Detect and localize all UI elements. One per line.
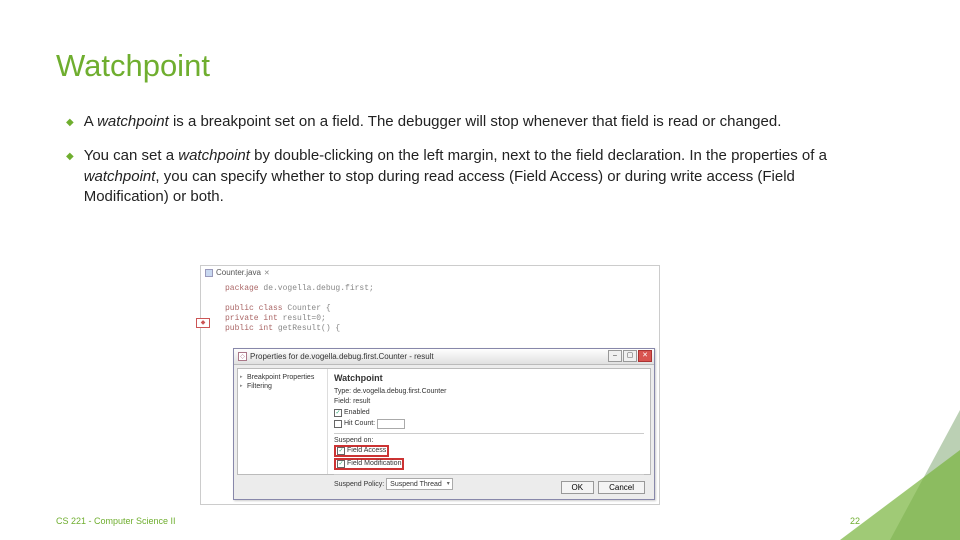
bullet-item: ◆ You can set a watchpoint by double-cli…	[66, 146, 846, 207]
dialog-main: Watchpoint Type: de.vogella.debug.first.…	[328, 369, 650, 474]
bullet-list: ◆ A watchpoint is a breakpoint set on a …	[66, 112, 846, 221]
dialog-titlebar[interactable]: ◇ Properties for de.vogella.debug.first.…	[234, 349, 654, 365]
hitcount-checkbox[interactable]: ✓Hit Count:	[334, 419, 644, 429]
field-row: Field: result	[334, 397, 644, 407]
sidebar-item-filtering[interactable]: Filtering	[241, 382, 324, 391]
close-icon[interactable]: ✕	[264, 269, 270, 277]
close-icon[interactable]: ✕	[638, 350, 652, 362]
bullet-icon: ◆	[66, 151, 74, 162]
section-heading: Watchpoint	[334, 373, 644, 383]
watchpoint-marker-icon[interactable]: ◆	[196, 318, 210, 328]
bullet-item: ◆ A watchpoint is a breakpoint set on a …	[66, 112, 846, 132]
dialog-footer: OK Cancel	[237, 478, 651, 496]
minimize-icon[interactable]: –	[608, 350, 622, 362]
ok-button[interactable]: OK	[561, 481, 595, 494]
enabled-checkbox[interactable]: ✓Enabled	[334, 409, 644, 417]
dialog-title-text: Properties for de.vogella.debug.first.Co…	[250, 352, 434, 361]
field-modification-checkbox[interactable]: ✓Field Modification	[334, 458, 404, 470]
bullet-text: You can set a watchpoint by double-click…	[84, 146, 846, 207]
field-access-checkbox[interactable]: ✓Field Access	[334, 445, 389, 457]
cancel-button[interactable]: Cancel	[598, 481, 645, 494]
watchpoint-icon: ◇	[238, 352, 247, 361]
slide-title: Watchpoint	[56, 48, 210, 84]
type-row: Type: de.vogella.debug.first.Counter	[334, 387, 644, 397]
code-editor[interactable]: package de.vogella.debug.first; public c…	[225, 284, 374, 334]
decorative-triangle	[840, 450, 960, 540]
ide-screenshot: Counter.java ✕ package de.vogella.debug.…	[200, 265, 660, 505]
dialog-sidebar: Breakpoint Properties Filtering	[238, 369, 328, 474]
slide: Watchpoint ◆ A watchpoint is a breakpoin…	[0, 0, 960, 540]
suspend-on-section: Suspend on: ✓Field Access ✓Field Modific…	[334, 433, 644, 470]
sidebar-item-breakpoint-properties[interactable]: Breakpoint Properties	[241, 373, 324, 382]
footer-text: CS 221 - Computer Science II	[56, 516, 176, 526]
properties-dialog: ◇ Properties for de.vogella.debug.first.…	[233, 348, 655, 500]
java-file-icon	[205, 269, 213, 277]
bullet-icon: ◆	[66, 117, 74, 128]
dialog-body: Breakpoint Properties Filtering Watchpoi…	[237, 368, 651, 475]
bullet-text: A watchpoint is a breakpoint set on a fi…	[84, 112, 782, 132]
hitcount-field[interactable]	[377, 419, 405, 429]
maximize-icon[interactable]: ▢	[623, 350, 637, 362]
suspend-on-label: Suspend on:	[334, 437, 644, 444]
tab-label: Counter.java	[216, 268, 261, 277]
editor-tab[interactable]: Counter.java ✕	[205, 268, 270, 277]
